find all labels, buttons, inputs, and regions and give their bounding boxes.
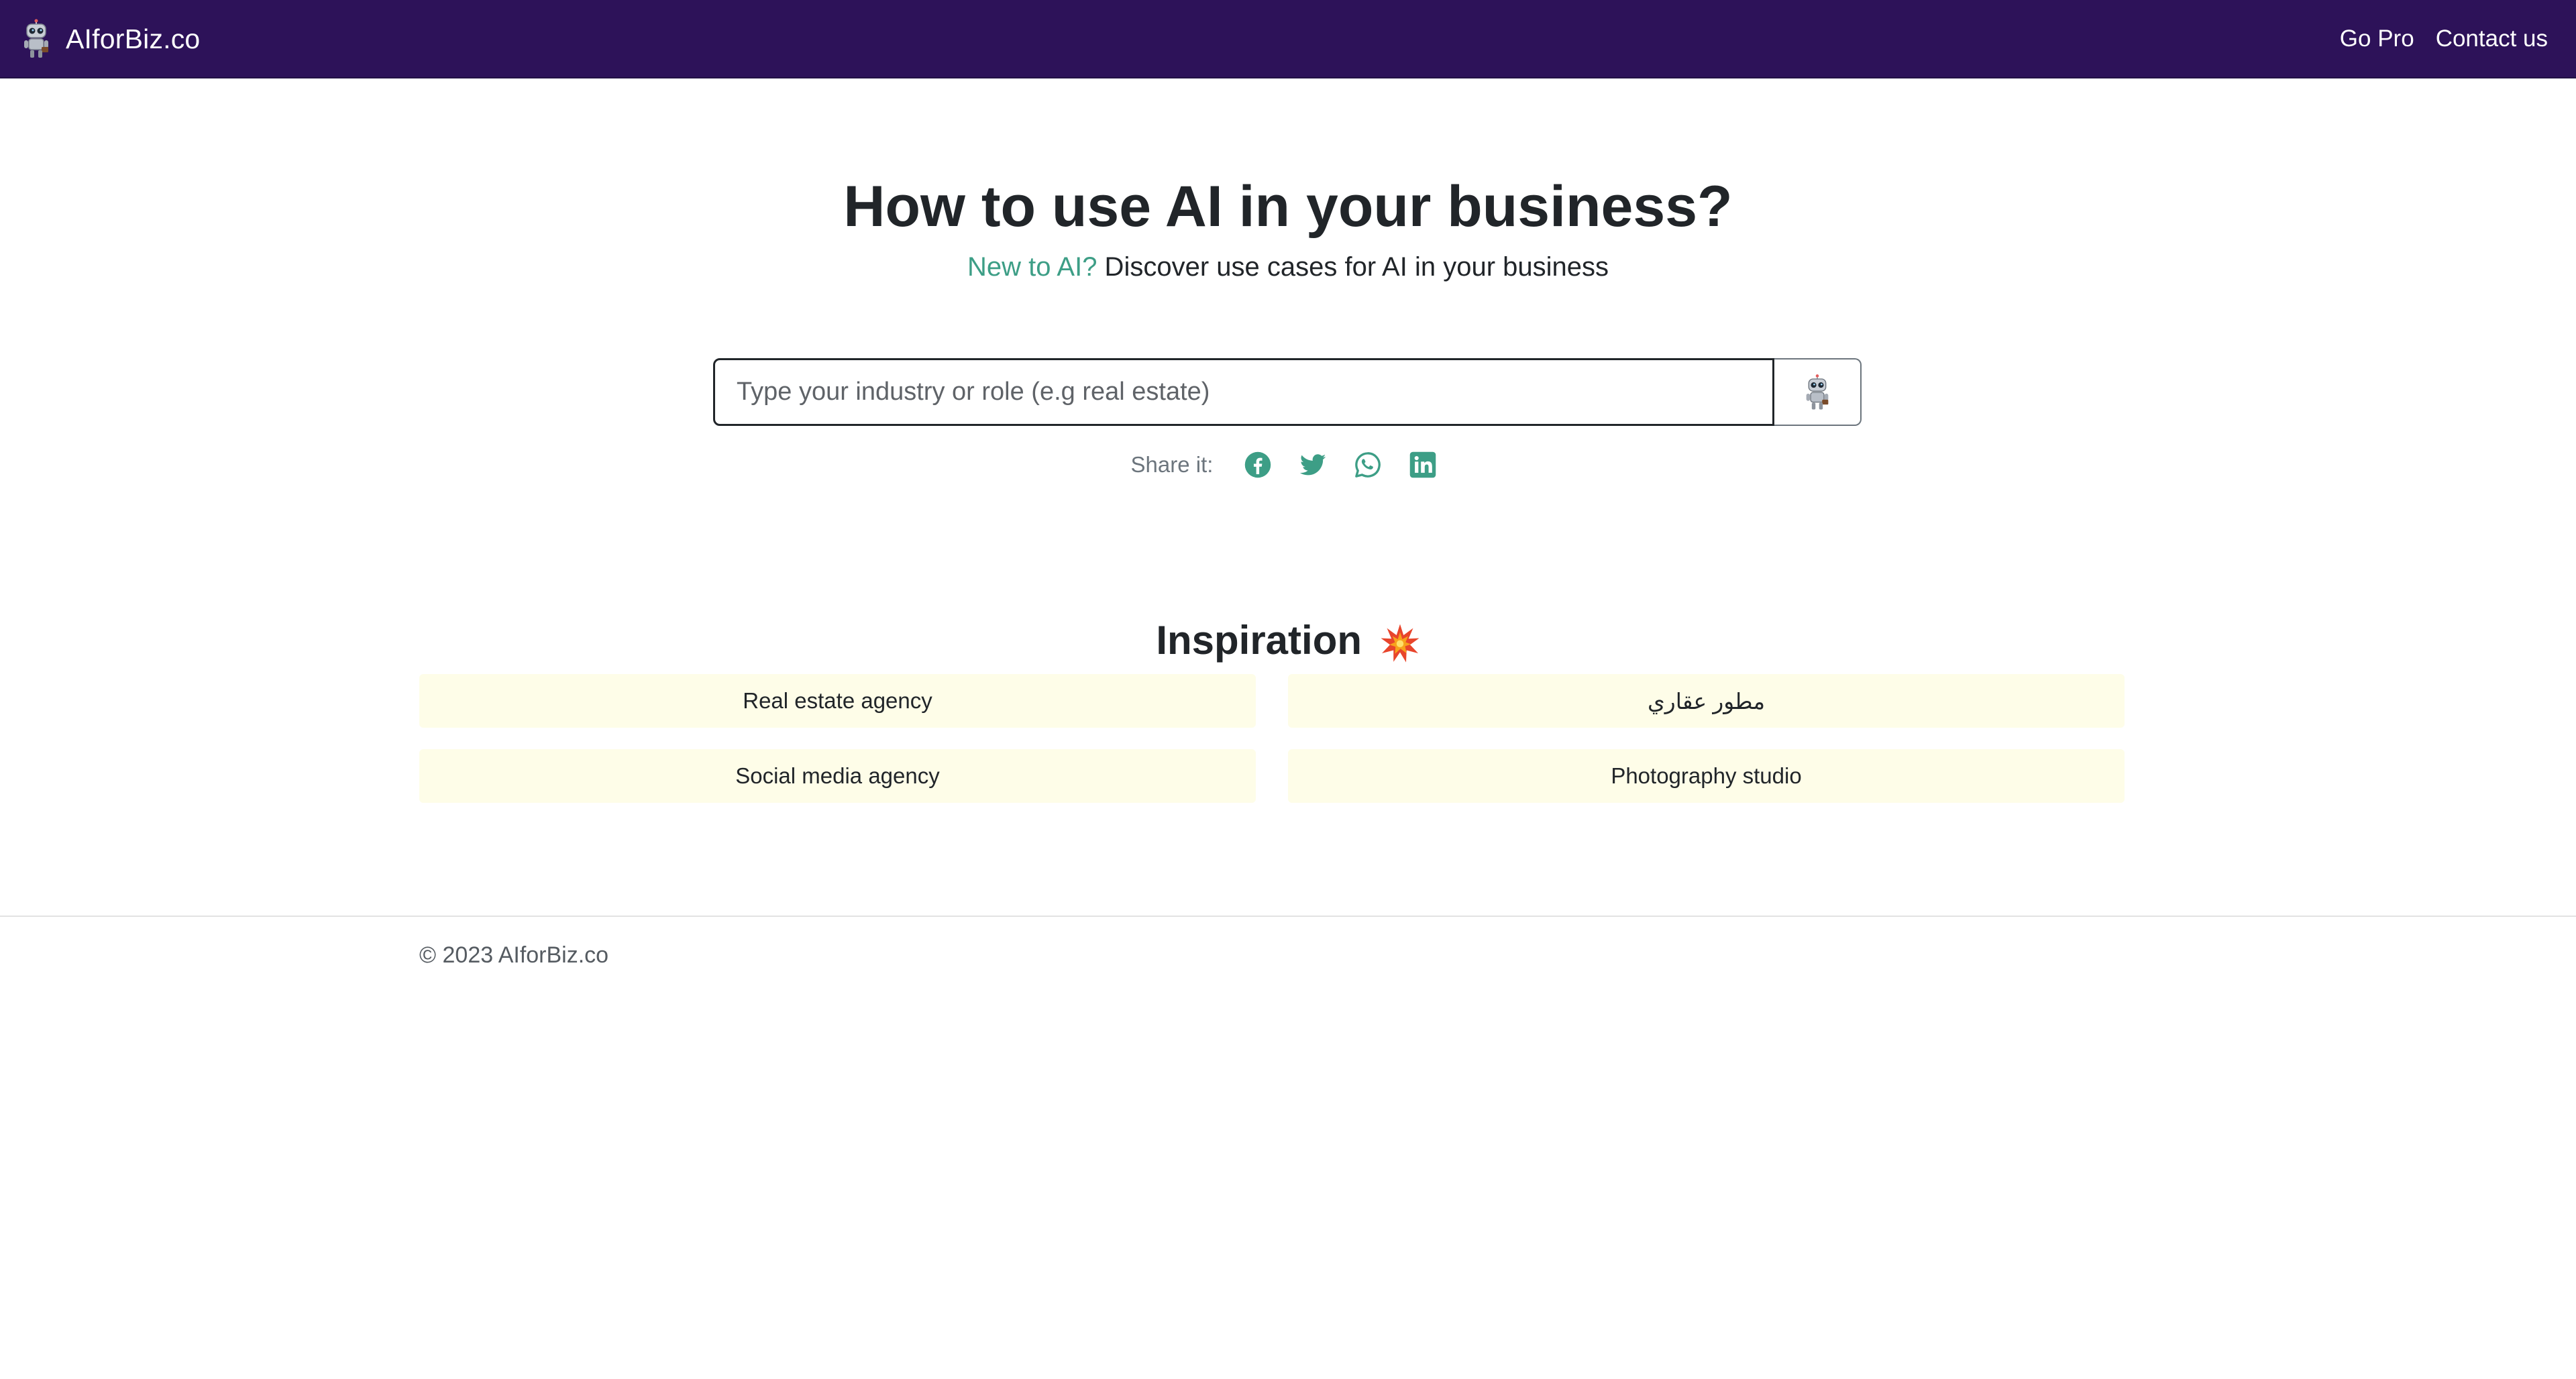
go-pro-link[interactable]: Go Pro — [2340, 23, 2414, 55]
facebook-icon[interactable] — [1242, 449, 1273, 480]
inspiration-title: Inspiration — [0, 610, 2576, 671]
search-input[interactable] — [713, 358, 1774, 426]
search-group — [713, 358, 1862, 426]
search-button[interactable] — [1774, 358, 1862, 426]
page-title: How to use AI in your business? — [843, 174, 1733, 239]
share-label: Share it: — [1130, 452, 1214, 477]
navbar: AIforBiz.co Go Pro Contact us — [0, 0, 2576, 78]
inspiration-card-social-media-agency[interactable]: Social media agency — [419, 749, 1256, 803]
share-row: Share it: — [0, 447, 2576, 483]
page-subtitle: New to AI? Discover use cases for AI in … — [0, 248, 2576, 286]
inspiration-title-text: Inspiration — [1156, 618, 1362, 663]
new-to-ai-text: New to AI? — [967, 252, 1097, 282]
brand-name: AIforBiz.co — [66, 23, 201, 54]
robot-icon — [24, 19, 48, 58]
linkedin-icon[interactable] — [1407, 449, 1438, 480]
whatsapp-icon[interactable] — [1352, 449, 1383, 480]
subtitle-text: Discover use cases for AI in your busine… — [1097, 252, 1609, 282]
footer-divider — [0, 916, 2576, 917]
brand-link[interactable]: AIforBiz.co — [21, 17, 200, 60]
twitter-icon[interactable] — [1297, 449, 1328, 480]
inspiration-card-photography-studio[interactable]: Photography studio — [1288, 749, 2125, 803]
nav-links: Go Pro Contact us — [2340, 23, 2548, 55]
contact-us-link[interactable]: Contact us — [2436, 23, 2548, 55]
robot-icon — [1806, 374, 1829, 409]
inspiration-card-arabic-real-estate-developer[interactable]: مطور عقاري — [1288, 674, 2125, 728]
collision-icon — [1381, 624, 1419, 663]
inspiration-card-real-estate-agency[interactable]: Real estate agency — [419, 674, 1256, 728]
footer-copyright: © 2023 AIforBiz.co — [419, 942, 609, 968]
